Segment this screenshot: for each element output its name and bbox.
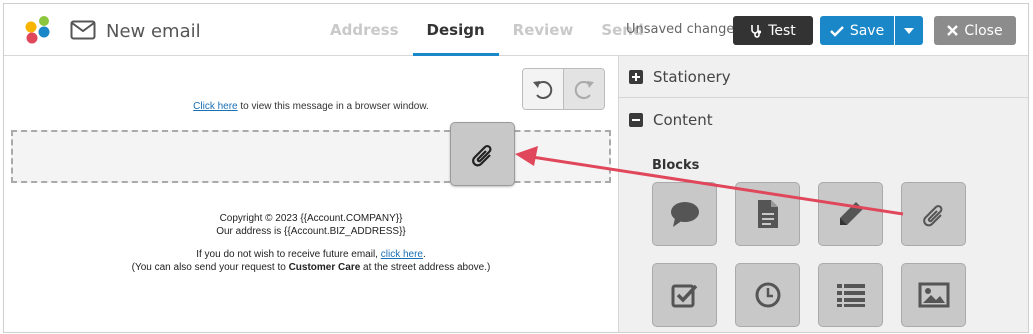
app-logo-icon (25, 16, 50, 44)
redo-icon (574, 81, 594, 100)
block-tile-list[interactable] (818, 263, 883, 327)
block-drop-zone[interactable] (11, 130, 611, 183)
page-title: New email (106, 21, 201, 42)
customer-care-text: Customer Care (288, 262, 361, 273)
blocks-heading: Blocks (652, 158, 700, 173)
unsubscribe-line: If you do not wish to receive future ema… (4, 248, 618, 261)
pencil-icon (839, 202, 863, 225)
dragged-attachment-block[interactable] (450, 122, 515, 186)
expand-plus-icon (629, 69, 643, 84)
checkbox-icon (671, 284, 697, 308)
browser-view-line: Click here to view this message in a bro… (4, 101, 618, 112)
address-text: Our address is {{Account.BIZ_ADDRESS}} (216, 226, 406, 237)
contact-line: (You can also send your request to Custo… (4, 261, 618, 274)
stationery-label: Stationery (653, 67, 731, 86)
collapse-minus-icon (629, 113, 643, 127)
tab-review[interactable]: Review (499, 4, 588, 56)
tab-design[interactable]: Design (412, 4, 499, 57)
block-tile-checkbox[interactable] (652, 263, 717, 327)
contact-text: (You can also send your request to (131, 262, 289, 273)
save-options-dropdown[interactable] (895, 16, 923, 45)
close-icon (947, 25, 959, 36)
block-tile-clock[interactable] (735, 263, 800, 327)
paperclip-icon (471, 144, 492, 167)
header-bar: New email Address Design Review Send Uns… (4, 4, 1028, 57)
view-in-browser-text: to view this message in a browser window… (237, 101, 429, 112)
undo-icon (532, 81, 553, 100)
list-icon (836, 284, 865, 307)
unsubscribe-link[interactable]: click here (381, 249, 423, 260)
content-section-header[interactable]: Content (619, 99, 1028, 141)
paperclip-icon (922, 205, 942, 227)
block-tile-image[interactable] (901, 263, 966, 327)
caret-down-icon (904, 27, 914, 34)
test-button-label: Test (768, 22, 796, 39)
block-tile-text[interactable] (652, 182, 717, 246)
stationery-section-header[interactable]: Stationery (619, 56, 1028, 98)
content-label: Content (653, 111, 713, 129)
tab-address[interactable]: Address (316, 4, 413, 56)
unsubscribe-text: If you do not wish to receive future ema… (196, 249, 381, 260)
email-editor-window: New email Address Design Review Send Uns… (3, 3, 1029, 333)
close-button-label: Close (964, 22, 1003, 39)
wizard-tabs: Address Design Review Send (316, 4, 658, 57)
block-tile-attachment[interactable] (901, 182, 966, 246)
test-button[interactable]: Test (733, 16, 813, 45)
side-panel: Stationery Content Blocks (618, 56, 1028, 332)
save-button-label: Save (849, 22, 885, 39)
stethoscope-icon (750, 24, 762, 38)
speech-bubble-icon (670, 202, 699, 227)
email-footer: Copyright © 2023 {{Account.COMPANY}} Our… (4, 212, 618, 274)
unsubscribe-period: . (423, 249, 426, 260)
copyright-text: Copyright © 2023 {{Account.COMPANY}} (219, 213, 403, 224)
clock-icon (755, 282, 780, 308)
unsaved-status: Unsaved changes (626, 22, 742, 37)
checkmark-icon (829, 25, 844, 37)
contact-text-end: at the street address above.) (360, 262, 491, 273)
view-in-browser-link[interactable]: Click here (193, 101, 237, 112)
image-icon (918, 282, 949, 308)
envelope-icon (70, 20, 96, 40)
document-icon (757, 200, 778, 228)
block-tile-document[interactable] (735, 182, 800, 246)
close-button[interactable]: Close (934, 16, 1016, 45)
block-tile-edit[interactable] (818, 182, 883, 246)
email-canvas: Click here to view this message in a bro… (4, 56, 618, 332)
save-button[interactable]: Save (820, 16, 894, 45)
